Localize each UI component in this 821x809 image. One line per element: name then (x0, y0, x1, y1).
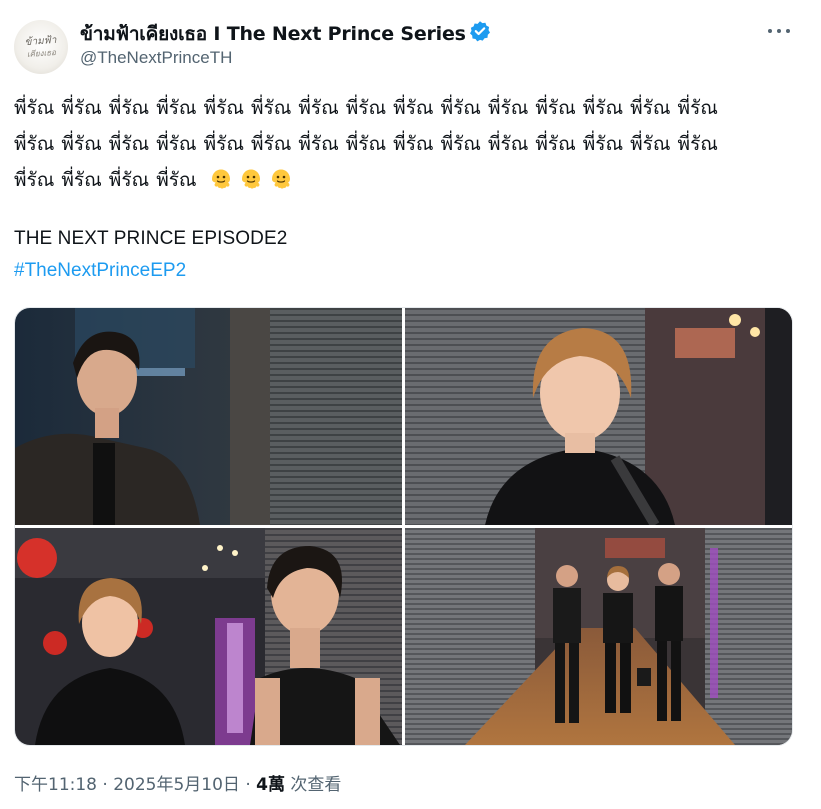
episode-title: THE NEXT PRINCE EPISODE2 (14, 228, 288, 249)
post-text-line: พี่รัณ พี่รัณ พี่รัณ พี่รัณ พี่รัณ พี่รั… (14, 97, 718, 119)
timestamp-time[interactable]: 下午11:18 (14, 775, 97, 795)
photo-2[interactable] (405, 308, 792, 525)
timestamp-date[interactable]: 2025年5月10日 (113, 775, 240, 795)
melting-face-emoji (211, 169, 230, 189)
post-text-line: พี่รัณ พี่รัณ พี่รัณ พี่รัณ พี่รัณ พี่รั… (14, 133, 718, 155)
post-text: พี่รัณ พี่รัณ พี่รัณ พี่รัณ พี่รัณ พี่รั… (14, 90, 804, 198)
photo-4[interactable] (405, 528, 792, 745)
svg-text:เคียงเธอ: เคียงเธอ (27, 47, 58, 58)
avatar-logo: ข้ามฟ้า เคียงเธอ (17, 29, 65, 65)
handle[interactable]: @TheNextPrinceTH (80, 48, 232, 68)
post-text-line: พี่รัณ พี่รัณ พี่รัณ พี่รัณ (14, 162, 804, 198)
meta-separator: · (245, 775, 251, 795)
melting-face-emoji (271, 169, 290, 189)
photo-1[interactable] (15, 308, 402, 525)
avatar[interactable]: ข้ามฟ้า เคียงเธอ (14, 20, 68, 74)
post-text-line-3: พี่รัณ พี่รัณ พี่รัณ พี่รัณ (14, 169, 197, 191)
hashtag-link[interactable]: #TheNextPrinceEP2 (14, 260, 186, 282)
photo-3[interactable] (15, 528, 402, 745)
verified-badge-icon (469, 20, 491, 42)
display-name[interactable]: ข้ามฟ้าเคียงเธอ I The Next Prince Series (80, 19, 466, 49)
svg-text:ข้ามฟ้า: ข้ามฟ้า (24, 33, 57, 47)
views-count: 4萬 (256, 775, 285, 795)
melting-face-emoji (241, 169, 260, 189)
views-label: 次查看 (290, 775, 342, 795)
media-grid (14, 307, 793, 746)
tweet: ข้ามฟ้า เคียงเธอ ข้ามฟ้าเคียงเธอ I The N… (0, 0, 821, 809)
more-options-icon[interactable] (768, 20, 790, 42)
tweet-meta: 下午11:18 · 2025年5月10日 · 4萬 次查看 (14, 770, 341, 795)
meta-separator: · (102, 775, 108, 795)
